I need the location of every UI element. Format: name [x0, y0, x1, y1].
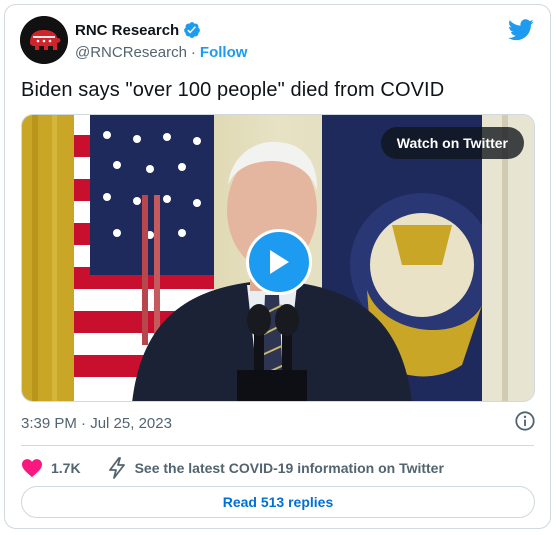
tweet-card: RNC Research @RNCResearch · Follow Biden…	[4, 4, 551, 529]
twitter-bird-icon[interactable]	[508, 19, 534, 46]
author-name-row[interactable]: RNC Research	[75, 21, 201, 39]
elephant-logo-icon	[20, 16, 68, 64]
heart-icon	[22, 459, 42, 478]
tweet-date: Jul 25, 2023	[90, 415, 172, 432]
play-icon	[270, 250, 289, 274]
action-bar: 1.7K See the latest COVID-19 information…	[21, 453, 444, 483]
watch-on-twitter-button[interactable]: Watch on Twitter	[380, 127, 524, 159]
covid-info-link[interactable]: See the latest COVID-19 information on T…	[107, 457, 444, 479]
lightning-icon	[108, 457, 125, 479]
verified-badge-icon	[184, 22, 201, 38]
covid-info-label: See the latest COVID-19 information on T…	[134, 460, 444, 476]
tweet-text: Biden says "over 100 people" died from C…	[21, 79, 445, 101]
author-handle[interactable]: @RNCResearch	[75, 44, 187, 61]
divider	[21, 445, 534, 446]
tweet-time: 3:39 PM	[21, 415, 77, 432]
play-button[interactable]	[246, 229, 312, 295]
handle-separator: ·	[190, 44, 196, 61]
timestamp-separator: ·	[81, 415, 87, 432]
author-display-name[interactable]: RNC Research	[75, 22, 179, 39]
read-replies-button[interactable]: Read 513 replies	[21, 486, 535, 518]
like-button[interactable]: 1.7K	[21, 458, 81, 478]
follow-link[interactable]: Follow	[200, 44, 248, 61]
video-media[interactable]: Watch on Twitter	[21, 114, 535, 402]
avatar[interactable]	[20, 16, 68, 64]
watch-on-twitter-label: Watch on Twitter	[396, 135, 508, 151]
tweet-timestamp[interactable]: 3:39 PM · Jul 25, 2023	[21, 415, 172, 432]
info-icon[interactable]	[514, 410, 536, 437]
author-handle-row: @RNCResearch · Follow	[75, 44, 247, 61]
read-replies-label: Read 513 replies	[222, 494, 334, 510]
like-count: 1.7K	[51, 460, 81, 476]
